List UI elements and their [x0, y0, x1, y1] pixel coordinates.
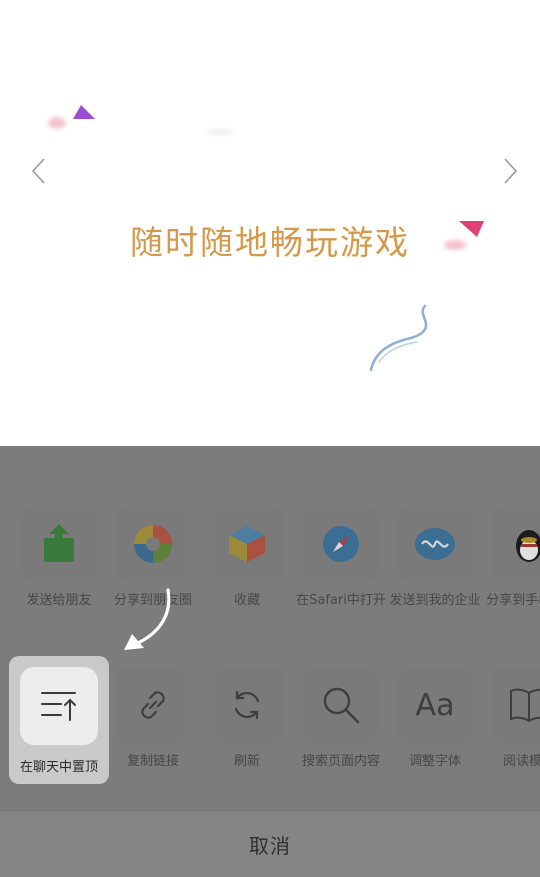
game-banner: 随时随地畅玩游戏 [0, 0, 540, 446]
chevron-left-icon [31, 158, 45, 184]
favorites-button[interactable]: 收藏 [200, 506, 294, 609]
reading-mode-button[interactable]: 阅读模式 [482, 667, 540, 770]
send-to-friend-tile [21, 506, 97, 582]
send-to-enterprise-button[interactable]: 发送到我的企业 [388, 506, 482, 609]
purple-triangle-decoration [73, 105, 95, 119]
qq-tile [491, 506, 540, 582]
share-to-qq-label: 分享到手机QQ [486, 593, 540, 608]
cancel-button[interactable]: 取消 [0, 810, 540, 877]
safari-compass-icon [323, 526, 359, 562]
pin-to-top-icon [41, 692, 76, 721]
send-to-friend-button[interactable]: 发送给朋友 [12, 506, 106, 609]
refresh-tile [209, 667, 285, 743]
book-icon [510, 688, 540, 723]
adjust-font-label: 调整字体 [408, 754, 461, 769]
moments-tile [115, 506, 191, 582]
guide-arrow-icon [124, 588, 171, 650]
copy-link-tile [115, 667, 191, 743]
pin-to-top-tile [20, 667, 98, 745]
font-icon: Aa [415, 687, 455, 723]
pink-blur-decoration [48, 117, 66, 129]
favorites-tile [209, 506, 285, 582]
reading-mode-tile [491, 667, 540, 743]
refresh-label: 刷新 [233, 754, 260, 769]
search-page-label: 搜索页面内容 [301, 754, 380, 769]
refresh-button[interactable]: 刷新 [200, 667, 294, 770]
open-in-safari-label: 在Safari中打开 [296, 593, 386, 608]
copy-link-label: 复制链接 [126, 754, 179, 769]
prev-slide-button[interactable] [24, 154, 54, 188]
search-icon [323, 687, 360, 724]
share-to-qq-button[interactable]: 分享到手机QQ [482, 506, 540, 609]
send-to-enterprise-label: 发送到我的企业 [389, 593, 481, 608]
adjust-font-tile: Aa [397, 667, 473, 743]
send-to-friend-icon [44, 524, 74, 562]
open-in-safari-button[interactable]: 在Safari中打开 [294, 506, 388, 609]
send-to-friend-label: 发送给朋友 [26, 593, 92, 608]
moments-icon [134, 525, 172, 563]
refresh-icon [234, 690, 260, 720]
pin-to-top-label: 在聊天中置顶 [19, 760, 98, 775]
banner-slogan: 随时随地畅玩游戏 [130, 223, 410, 262]
adjust-font-button[interactable]: Aa 调整字体 [388, 667, 482, 770]
favorites-cube-icon [229, 526, 265, 562]
faint-blur-decoration [205, 129, 235, 135]
blue-ribbon-decoration [369, 304, 428, 372]
qq-penguin-icon [516, 530, 540, 562]
copy-link-button[interactable]: 复制链接 [106, 667, 200, 770]
share-row-1: 发送给朋友 分享到朋友圈 收藏 在Safari中打开 发送到我的企业 分享到手 [0, 506, 540, 636]
reading-mode-label: 阅读模式 [502, 754, 540, 769]
enterprise-tile [397, 506, 473, 582]
search-page-button[interactable]: 搜索页面内容 [294, 667, 388, 770]
pin-to-top-button[interactable]: 在聊天中置顶 [9, 656, 109, 784]
chevron-right-icon [504, 158, 518, 184]
search-page-tile [303, 667, 379, 743]
favorites-label: 收藏 [233, 593, 260, 608]
next-slide-button[interactable] [495, 154, 525, 188]
enterprise-icon [415, 528, 455, 560]
safari-tile [303, 506, 379, 582]
link-icon [141, 691, 165, 719]
